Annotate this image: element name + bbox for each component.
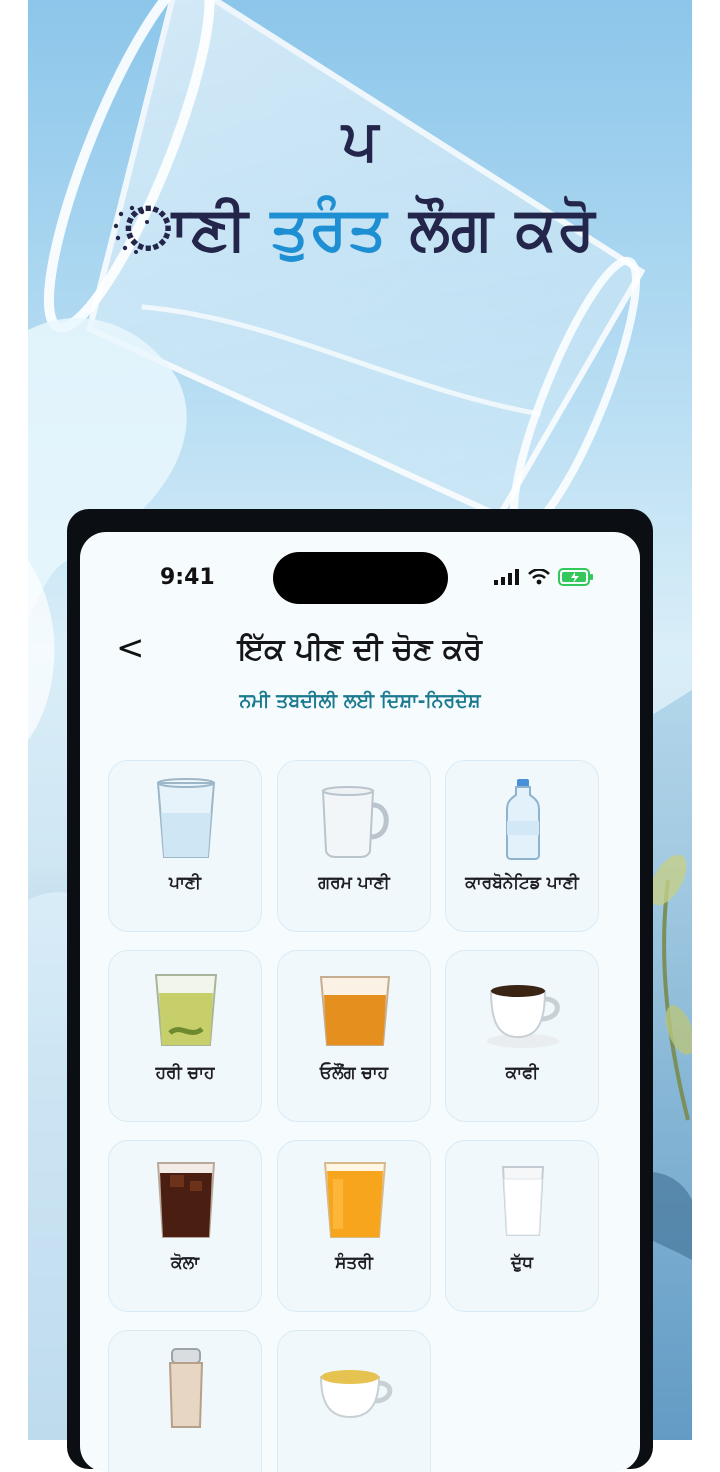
- coffee-cup-icon: [487, 985, 560, 1048]
- drink-card-oolong-tea[interactable]: ਓਲੌਂਗ ਚਾਹ: [277, 950, 431, 1122]
- status-icons: [494, 568, 594, 586]
- status-time: 9:41: [160, 565, 215, 590]
- drink-label: ਗਰਮ ਪਾਣੀ: [318, 873, 390, 893]
- green-tea-icon: [154, 974, 218, 1046]
- drink-card-milk[interactable]: ਦੁੱਧ: [445, 1140, 599, 1312]
- drink-card-coffee[interactable]: ਕਾਫੀ: [445, 950, 599, 1122]
- battery-icon: [558, 568, 593, 586]
- hydration-guidelines-link[interactable]: ਨਮੀ ਤਬਦੀਲੀ ਲਈ ਦਿਸ਼ਾ-ਨਿਰਦੇਸ਼: [80, 690, 640, 712]
- hot-water-mug-icon: [321, 786, 389, 858]
- drink-card-carbonated-water[interactable]: ਕਾਰਬੋਨੇਟਿਡ ਪਾਣੀ: [445, 760, 599, 932]
- drink-label: ਕਾਫੀ: [505, 1063, 539, 1083]
- drink-label: ਓਲੌਂਗ ਚਾਹ: [319, 1063, 389, 1083]
- drink-card-green-tea[interactable]: ਹਰੀ ਚਾਹ: [108, 950, 262, 1122]
- promo-headline-line1: ਪ: [341, 108, 379, 173]
- drink-label: ਦੁੱਧ: [511, 1253, 533, 1273]
- promo-headline-line2: ਾਣੀ ਤੁਰੰਤ ਲੌਗ ਕਰੋ: [0, 194, 720, 264]
- soup-cup-icon: [319, 1370, 393, 1419]
- signal-icon: [494, 569, 519, 585]
- cola-glass-icon: [156, 1162, 216, 1238]
- oolong-tea-icon: [319, 976, 391, 1046]
- drink-card-hot-water[interactable]: ਗਰਮ ਪਾਣੀ: [277, 760, 431, 932]
- page-title: ਇੱਕ ਪੀਣ ਦੀ ਚੋਣ ਕਰੋ: [238, 632, 482, 667]
- drink-card-orange-juice[interactable]: ਸੰਤਰੀ: [277, 1140, 431, 1312]
- drink-card-soup[interactable]: [277, 1330, 431, 1472]
- drink-label: ਸੰਤਰੀ: [335, 1253, 373, 1273]
- drink-card-cola[interactable]: ਕੋਲਾ: [108, 1140, 262, 1312]
- drink-label: ਹਰੀ ਚਾਹ: [155, 1063, 215, 1083]
- headline-accent-word: ਤੁਰੰਤ: [270, 194, 388, 264]
- drink-label: ਕਾਰਬੋਨੇਟਿਡ ਪਾਣੀ: [465, 873, 579, 893]
- milk-glass-icon: [501, 1166, 545, 1236]
- dynamic-island: [273, 552, 448, 604]
- headline-rest: ਲੌਗ ਕਰੋ: [409, 194, 596, 264]
- protein-shake-icon: [168, 1348, 204, 1428]
- wifi-icon: [528, 569, 550, 585]
- drink-label: ਪਾਣੀ: [168, 873, 201, 893]
- drink-card-water[interactable]: ਪਾਣੀ: [108, 760, 262, 932]
- water-glass-icon: [156, 778, 216, 858]
- phone-screen: 9:41 < ਇੱਕ ਪੀਣ ਦੀ ਚੋਣ ਕਰੋ ਨਮੀ ਤਬਦੀਲੀ ਲਈ …: [80, 532, 640, 1472]
- drink-card-protein-shake[interactable]: [108, 1330, 262, 1472]
- water-bottle-icon: [506, 779, 540, 860]
- headline-dark-word: ਾਣੀ: [124, 194, 249, 264]
- orange-juice-icon: [323, 1162, 387, 1238]
- drink-label: ਕੋਲਾ: [171, 1253, 199, 1273]
